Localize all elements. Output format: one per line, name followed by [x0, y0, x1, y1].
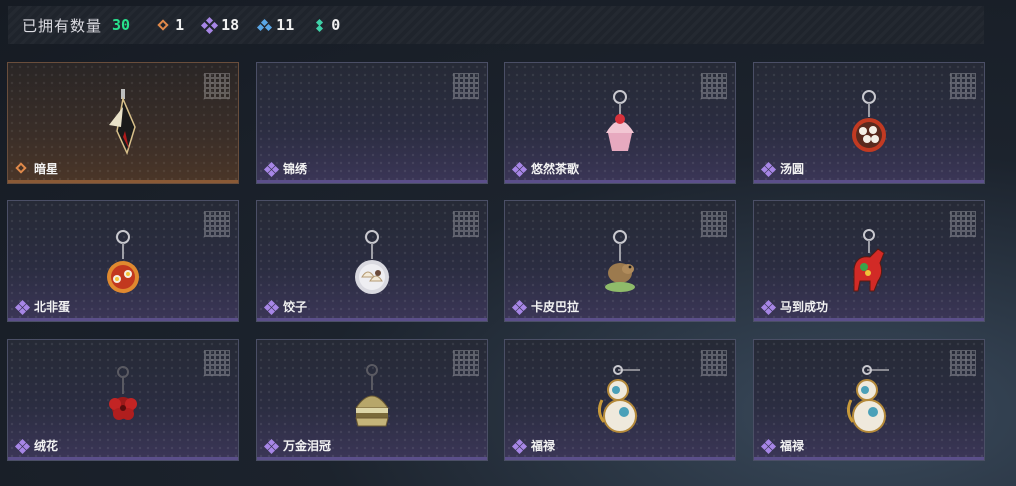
charm-name: 绒花 [34, 439, 59, 453]
red-flower-charm-icon [109, 366, 137, 420]
card-pattern-decoration [204, 350, 230, 376]
card-pattern-decoration [701, 73, 727, 99]
purple-quad-diamond-icon [201, 16, 219, 35]
charm-name: 北非蛋 [34, 300, 71, 314]
charm-card[interactable]: 绒花 [7, 339, 239, 461]
charm-card[interactable]: 悠然茶歌 [504, 62, 736, 184]
purple-quad-diamond-icon [760, 438, 777, 454]
purple-quad-diamond-icon [760, 161, 777, 177]
owned-count-bar: 已拥有数量 30 1 18 11 0 [8, 6, 984, 44]
charm-name: 万金泪冠 [283, 439, 332, 453]
purple-quad-diamond-icon [511, 161, 528, 177]
card-pattern-decoration [453, 73, 479, 99]
charm-card[interactable]: 锦绣 [256, 62, 488, 184]
rarity-bar [754, 318, 984, 321]
orange-diamond-icon [15, 161, 28, 175]
card-pattern-decoration [204, 211, 230, 237]
rarity-count-value: 0 [331, 16, 341, 34]
charm-card[interactable]: 福禄 [753, 339, 985, 461]
card-label: 北非蛋 [14, 298, 71, 315]
card-label: 绒花 [14, 437, 59, 454]
rarity-count-value: 18 [221, 16, 240, 34]
charm-name: 饺子 [283, 300, 308, 314]
card-pattern-decoration [204, 73, 230, 99]
card-label: 饺子 [263, 298, 308, 315]
rarity-bar [505, 318, 735, 321]
charm-name: 卡皮巴拉 [531, 300, 580, 314]
capybara-charm-icon [605, 230, 635, 292]
card-label: 万金泪冠 [263, 437, 332, 454]
card-label: 福禄 [511, 437, 556, 454]
rarity-bar [505, 457, 735, 460]
charm-card[interactable]: 暗星 [7, 62, 239, 184]
rarity-count-orange: 1 [156, 16, 184, 34]
rarity-count-purple: 18 [201, 16, 240, 35]
rarity-bar [505, 180, 735, 183]
card-pattern-decoration [453, 350, 479, 376]
shakshuka-charm-icon [107, 230, 139, 293]
card-pattern-decoration [950, 211, 976, 237]
charm-card[interactable]: 万金泪冠 [256, 339, 488, 461]
card-pattern-decoration [701, 350, 727, 376]
gourd-charm-icon [597, 365, 640, 433]
charm-card[interactable]: 北非蛋 [7, 200, 239, 322]
charm-name: 汤圆 [780, 162, 805, 176]
card-pattern-decoration [701, 211, 727, 237]
purple-quad-diamond-icon [263, 161, 280, 177]
rarity-count-green: 0 [312, 16, 340, 34]
card-label: 福禄 [760, 437, 805, 454]
cupcake-charm-icon [606, 90, 634, 151]
blue-tri-diamond-icon [257, 18, 273, 32]
purple-quad-diamond-icon [263, 438, 280, 454]
red-horse-charm-icon [853, 229, 885, 292]
purple-quad-diamond-icon [14, 299, 31, 315]
charm-name: 福禄 [531, 439, 556, 453]
charm-card[interactable]: 卡皮巴拉 [504, 200, 736, 322]
purple-quad-diamond-icon [14, 438, 31, 454]
rarity-bar [257, 180, 487, 183]
purple-quad-diamond-icon [760, 299, 777, 315]
dark-star-blade-charm-icon [109, 89, 136, 156]
charm-name: 暗星 [34, 162, 59, 176]
orange-diamond-icon [156, 18, 170, 32]
charm-name: 悠然茶歌 [531, 162, 580, 176]
charm-card[interactable]: 福禄 [504, 339, 736, 461]
rarity-count-blue: 11 [257, 16, 294, 34]
gourd-charm-icon [846, 365, 889, 433]
dumpling-plate-charm-icon [355, 230, 389, 294]
rarity-count-value: 11 [276, 16, 295, 34]
rarity-bar [257, 318, 487, 321]
card-label: 卡皮巴拉 [511, 298, 580, 315]
card-pattern-decoration [950, 73, 976, 99]
rarity-bar [754, 457, 984, 460]
charm-name: 马到成功 [780, 300, 829, 314]
golden-burger-charm-icon [355, 364, 389, 427]
charm-card[interactable]: 饺子 [256, 200, 488, 322]
rarity-bar [8, 318, 238, 321]
charm-name: 锦绣 [283, 162, 308, 176]
green-dots-icon [312, 18, 326, 33]
rarity-bar [754, 180, 984, 183]
card-label: 汤圆 [760, 160, 805, 177]
card-pattern-decoration [950, 350, 976, 376]
card-label: 悠然茶歌 [511, 160, 580, 177]
purple-quad-diamond-icon [511, 438, 528, 454]
rarity-bar [257, 457, 487, 460]
owned-label: 已拥有数量 [22, 16, 103, 35]
tangyuan-bowl-charm-icon [852, 90, 886, 152]
charm-name: 福禄 [780, 439, 805, 453]
charm-card[interactable]: 马到成功 [753, 200, 985, 322]
charm-card[interactable]: 汤圆 [753, 62, 985, 184]
purple-quad-diamond-icon [263, 299, 280, 315]
rarity-bar [8, 180, 238, 183]
rarity-bar [8, 457, 238, 460]
owned-count: 30 [112, 16, 131, 34]
card-label: 暗星 [15, 160, 59, 177]
card-label: 马到成功 [760, 298, 829, 315]
card-label: 锦绣 [263, 160, 308, 177]
rarity-count-value: 1 [175, 16, 185, 34]
card-pattern-decoration [453, 211, 479, 237]
purple-quad-diamond-icon [511, 299, 528, 315]
